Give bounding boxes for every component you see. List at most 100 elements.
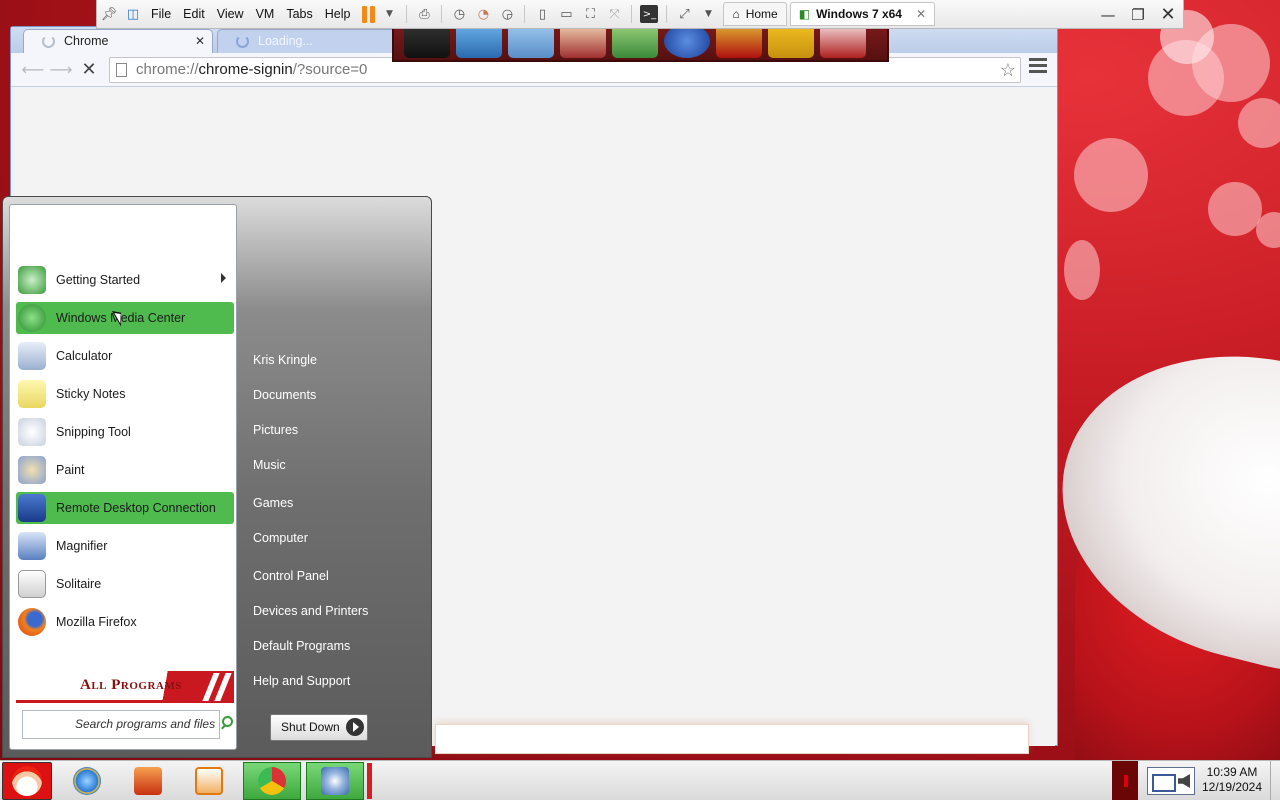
chevron-down-icon[interactable]: ▼ <box>699 5 717 23</box>
start-menu-link[interactable]: Kris Kringle <box>253 349 317 371</box>
stretch-icon[interactable]: ⤢ <box>675 5 693 23</box>
pin-icon[interactable]: 📌︎ <box>100 5 118 23</box>
calculator-icon <box>18 342 46 370</box>
page-icon <box>116 63 127 77</box>
start-menu-link[interactable]: Default Programs <box>253 635 350 657</box>
sticky-notes-icon <box>18 380 46 408</box>
menu-view[interactable]: View <box>211 7 250 21</box>
close-icon[interactable]: ✕ <box>916 7 926 21</box>
vm-tab-label: Windows 7 x64 <box>816 7 902 21</box>
program-item[interactable]: Sticky Notes <box>16 378 234 410</box>
cloud-icon[interactable] <box>508 24 554 58</box>
start-button[interactable] <box>2 762 52 800</box>
menu-help[interactable]: Help <box>319 7 357 21</box>
shut-down-options-arrow-icon[interactable] <box>346 718 364 736</box>
sidebar-icon[interactable]: ▯ <box>533 5 551 23</box>
close-icon[interactable]: ✕ <box>1153 4 1183 25</box>
unity-icon[interactable]: ⤧ <box>605 5 623 23</box>
program-label: Mozilla Firefox <box>56 615 137 629</box>
media-center-icon <box>321 767 349 795</box>
start-menu-link[interactable]: Pictures <box>253 419 298 441</box>
start-menu-link[interactable]: Documents <box>253 384 316 406</box>
santa-icon[interactable] <box>820 24 866 58</box>
network-icon[interactable] <box>456 24 502 58</box>
search-input[interactable]: Search programs and files <box>22 710 220 739</box>
remote-desktop-icon <box>18 494 46 522</box>
action-center-icon[interactable] <box>1112 761 1138 800</box>
internet-explorer-icon <box>73 767 101 795</box>
revert-snapshot-icon[interactable]: ◔ <box>474 5 492 23</box>
shut-down-button[interactable]: Shut Down <box>270 714 368 741</box>
show-desktop-button[interactable] <box>1270 761 1280 800</box>
back-arrow-icon[interactable]: ⟵ <box>19 60 47 79</box>
program-item[interactable]: Magnifier <box>16 530 234 562</box>
forward-arrow-icon[interactable]: ⟶ <box>47 60 75 79</box>
program-label: Sticky Notes <box>56 387 126 401</box>
search-icon[interactable] <box>222 716 233 727</box>
submenu-arrow-icon[interactable] <box>221 273 226 283</box>
url-host: chrome-signin <box>198 61 293 78</box>
vm-toolbar: 📌︎ ◫ File Edit View VM Tabs Help ▼ ⎙ ◷ ◔… <box>96 0 1184 29</box>
all-programs-button[interactable]: All Programs <box>16 671 234 703</box>
program-item[interactable]: Mozilla Firefox <box>16 606 234 638</box>
taskbar-media-player[interactable] <box>180 762 238 800</box>
network-volume-icon[interactable] <box>1147 767 1195 795</box>
vm-tab-home[interactable]: ⌂ Home <box>723 2 787 26</box>
loading-spinner-icon <box>42 35 55 48</box>
browser-tab-loading[interactable]: Loading... <box>217 29 407 53</box>
monitor-icon[interactable] <box>404 24 450 58</box>
start-menu-link[interactable]: Music <box>253 454 286 476</box>
stop-icon[interactable]: ✕ <box>75 59 103 80</box>
restore-icon[interactable]: ❐ <box>1123 6 1153 24</box>
program-label: Magnifier <box>56 539 108 553</box>
start-menu-link[interactable]: Help and Support <box>253 670 350 692</box>
url-path: /?source=0 <box>292 61 368 78</box>
divider <box>441 5 443 23</box>
bookmark-star-icon[interactable]: ☆ <box>1000 58 1016 82</box>
start-menu-link[interactable]: Computer <box>253 527 308 549</box>
pause-icon[interactable] <box>362 5 376 23</box>
minimize-icon[interactable]: — <box>1093 6 1123 24</box>
tab-label: Loading... <box>258 34 313 48</box>
print-icon[interactable]: ⎙ <box>415 5 433 23</box>
taskbar-internet-explorer[interactable] <box>58 762 116 800</box>
fullscreen-icon[interactable]: ⛶ <box>581 5 599 23</box>
menu-vm[interactable]: VM <box>250 7 281 21</box>
program-item[interactable]: Solitaire <box>16 568 234 600</box>
vm-app-icon[interactable]: ◫ <box>124 5 142 23</box>
taskbar-file-explorer[interactable] <box>119 762 177 800</box>
console-icon[interactable]: >_ <box>640 5 659 23</box>
program-item[interactable]: Getting Started <box>16 264 234 296</box>
folder-icon[interactable] <box>768 24 814 58</box>
help-icon[interactable] <box>664 24 710 58</box>
snapshot-manager-icon[interactable]: ◶ <box>498 5 516 23</box>
chevron-down-icon[interactable]: ▼ <box>380 5 398 23</box>
taskbar-windows-media-center[interactable] <box>306 762 364 800</box>
system-clock[interactable]: 10:39 AM 12/19/2024 <box>1197 765 1267 795</box>
snapshot-icon[interactable]: ◷ <box>450 5 468 23</box>
menu-edit[interactable]: Edit <box>177 7 211 21</box>
start-menu-link[interactable]: Control Panel <box>253 565 329 587</box>
program-item[interactable]: Remote Desktop Connection <box>16 492 234 524</box>
menu-tabs[interactable]: Tabs <box>280 7 318 21</box>
download-icon[interactable] <box>612 24 658 58</box>
thumbnail-icon[interactable]: ▭ <box>557 5 575 23</box>
reindeer-icon[interactable] <box>560 24 606 58</box>
gift-icon[interactable] <box>716 24 762 58</box>
browser-tab-chrome[interactable]: Chrome ✕ <box>23 29 213 53</box>
vm-tab-windows7[interactable]: ◧ Windows 7 x64 ✕ <box>789 2 936 26</box>
menu-icon[interactable] <box>1029 58 1047 76</box>
close-icon[interactable]: ✕ <box>195 30 205 53</box>
program-item[interactable]: Calculator <box>16 340 234 372</box>
divider <box>631 5 633 23</box>
divider <box>406 5 408 23</box>
program-item[interactable]: Paint <box>16 454 234 486</box>
start-menu-link[interactable]: Games <box>253 492 293 514</box>
divider <box>524 5 526 23</box>
program-item[interactable]: Snipping Tool <box>16 416 234 448</box>
taskbar-chrome[interactable] <box>243 762 301 800</box>
media-center-icon <box>18 304 46 332</box>
menu-file[interactable]: File <box>145 7 177 21</box>
start-menu-link[interactable]: Devices and Printers <box>253 600 368 622</box>
program-item[interactable]: Windows Media Center <box>16 302 234 334</box>
